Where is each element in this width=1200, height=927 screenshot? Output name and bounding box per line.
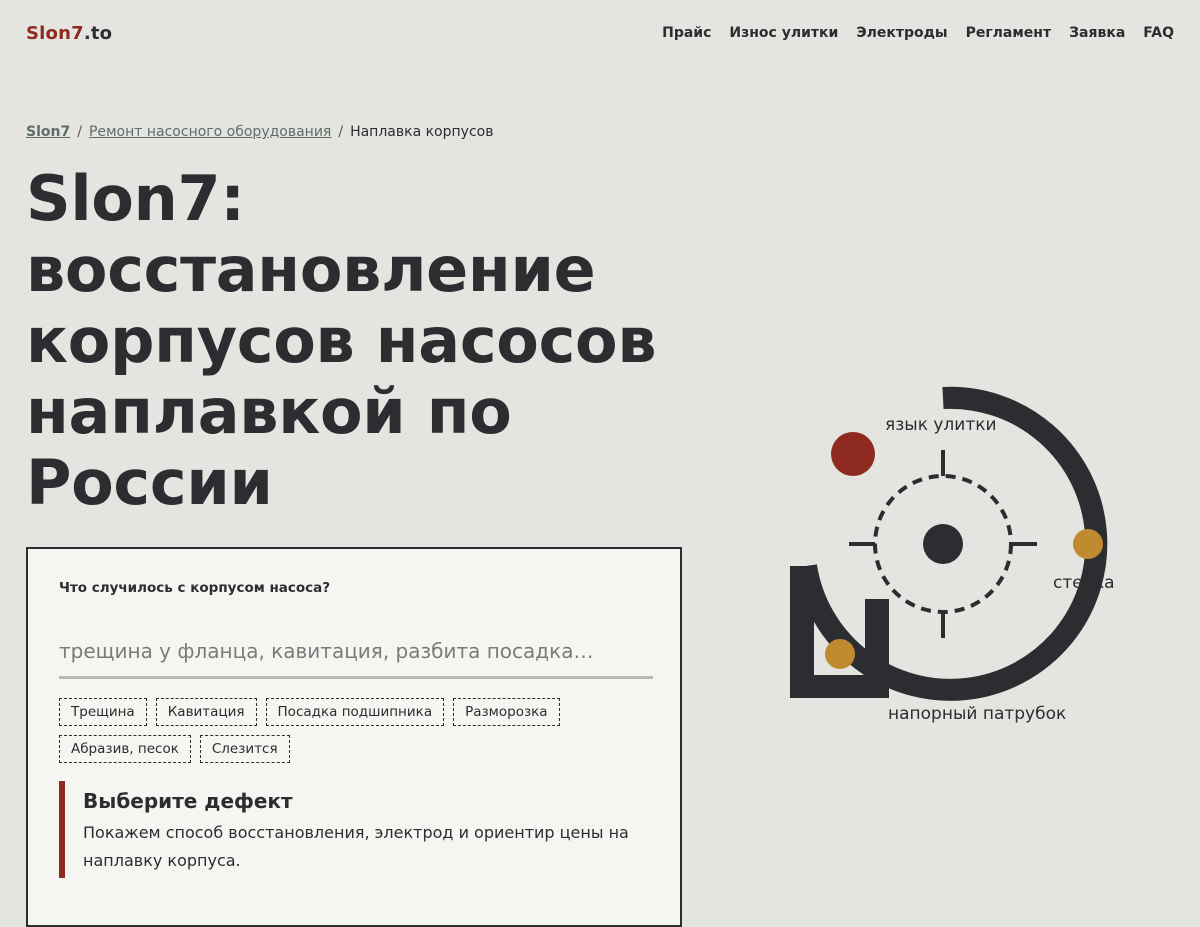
- page-title-line: наплавкой по: [26, 375, 512, 448]
- defect-chips: Трещина Кавитация Посадка подшипника Раз…: [59, 698, 659, 763]
- breadcrumb-section-link[interactable]: Ремонт насосного оборудования: [89, 124, 331, 140]
- nav-link-volute-wear[interactable]: Износ улитки: [729, 25, 838, 41]
- breadcrumb-separator: /: [338, 124, 344, 140]
- defect-question-label: Что случилось с корпусом насоса?: [59, 580, 331, 596]
- nav-link-price[interactable]: Прайс: [662, 25, 711, 41]
- breadcrumb-home-link[interactable]: Slon7: [26, 124, 70, 140]
- chip-crack[interactable]: Трещина: [59, 698, 147, 726]
- site-logo[interactable]: Slon7.to: [26, 23, 112, 44]
- page-title-line: корпусов насосов: [26, 304, 657, 377]
- chip-cavitation[interactable]: Кавитация: [155, 698, 257, 726]
- chip-bearing-seat[interactable]: Посадка подшипника: [265, 698, 445, 726]
- defect-search-input[interactable]: [59, 625, 653, 679]
- result-text: Покажем способ восстановления, электрод …: [83, 823, 629, 870]
- outlet-label: напорный патрубок: [888, 704, 1066, 724]
- impeller-hub: [923, 524, 963, 564]
- nav-link-regulations[interactable]: Регламент: [966, 25, 1052, 41]
- page-title: Slon7: восстановление корпусов насосов н…: [26, 163, 686, 518]
- page-title-line: восстановление: [26, 233, 596, 306]
- defect-selector-panel: Что случилось с корпусом насоса? Трещина…: [26, 547, 682, 927]
- chip-leaking[interactable]: Слезится: [199, 735, 290, 763]
- defect-result-callout: Выберите дефект Покажем способ восстанов…: [59, 781, 639, 878]
- tongue-marker[interactable]: [831, 432, 875, 476]
- chip-frost-damage[interactable]: Разморозка: [453, 698, 560, 726]
- wall-label: стенка: [1053, 573, 1115, 593]
- page-title-line: России: [26, 446, 273, 519]
- breadcrumb-current: Наплавка корпусов: [350, 124, 494, 140]
- page-title-line: Slon7:: [26, 162, 245, 235]
- chip-abrasion-sand[interactable]: Абразив, песок: [59, 735, 191, 763]
- logo-brand: Slon7: [26, 22, 84, 44]
- pump-volute-diagram: язык улитки стенка напорный патрубок: [790, 386, 1115, 724]
- top-navigation-bar: Slon7.to Прайс Износ улитки Электроды Ре…: [26, 18, 1174, 48]
- main-nav: Прайс Износ улитки Электроды Регламент З…: [662, 25, 1174, 41]
- tongue-label: язык улитки: [885, 415, 997, 435]
- breadcrumb-separator: /: [77, 124, 82, 140]
- nav-link-faq[interactable]: FAQ: [1143, 25, 1174, 41]
- outlet-marker[interactable]: [825, 639, 855, 669]
- nav-link-request[interactable]: Заявка: [1069, 25, 1125, 41]
- wall-marker[interactable]: [1073, 529, 1103, 559]
- logo-tld: .to: [83, 22, 113, 44]
- nav-link-electrodes[interactable]: Электроды: [856, 25, 947, 41]
- breadcrumb: Slon7 / Ремонт насосного оборудования / …: [26, 124, 493, 140]
- result-title: Выберите дефект: [83, 789, 293, 813]
